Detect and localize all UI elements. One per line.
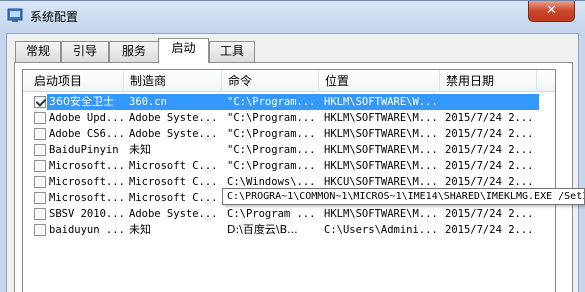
close-icon: ✕ <box>546 3 557 18</box>
cell-item: Adobe CS6... <box>49 128 125 140</box>
cell-item: SBSV 2010... <box>49 208 125 220</box>
column-header-label: 位置 <box>325 74 350 88</box>
column-header-command[interactable]: 命令 <box>222 70 319 92</box>
cell-command: "C:\Program... <box>227 144 316 156</box>
cell-location: HKLM\SOFTWARE\M... <box>324 160 438 172</box>
cell-maker: Microsoft C... <box>129 192 218 204</box>
table-row[interactable]: Adobe CS6... Adobe Syste... "C:\Program...… <box>23 126 555 142</box>
tab-tools[interactable]: 工具 <box>209 41 255 62</box>
cell-item: Microsoft... <box>49 160 125 172</box>
tab-label: 启动 <box>171 41 196 55</box>
list-header: 启动项目 制造商 命令 位置 禁用日期 <box>23 70 555 92</box>
startup-item-checkbox[interactable] <box>34 112 46 124</box>
tab-startup[interactable]: 启动 <box>158 38 209 63</box>
system-config-window: 系统配置 ✕ 常规 引导 服务 启动 工具 启动项目 制造商 命令 位置 禁用日… <box>0 0 585 292</box>
startup-item-checkbox[interactable] <box>34 144 46 156</box>
startup-item-checkbox[interactable] <box>34 160 46 172</box>
cell-item: baiduyun ... <box>49 224 125 236</box>
cell-item: Microsoft... <box>49 176 125 188</box>
cell-location: HKLM\SOFTWARE\M... <box>324 144 438 156</box>
cell-date: 2015/7/24 2... <box>445 160 534 172</box>
column-header-maker[interactable]: 制造商 <box>124 70 222 92</box>
tab-boot[interactable]: 引导 <box>61 41 109 62</box>
cell-item: Adobe Upd... <box>49 112 125 124</box>
cell-location: HKLM\SOFTWARE\W... <box>324 96 438 108</box>
table-row[interactable]: Microsoft... Microsoft C... "C:\Program...… <box>23 158 555 174</box>
cell-item: Microsoft... <box>49 192 125 204</box>
cell-location: HKLM\SOFTWARE\M... <box>324 128 438 140</box>
cell-location: HKLM\SOFTWARE\M... <box>324 112 438 124</box>
column-header-item[interactable]: 启动项目 <box>23 70 124 92</box>
cell-location: C:\Users\Admini... <box>324 224 438 236</box>
startup-item-checkbox[interactable] <box>34 176 46 188</box>
tab-label: 常规 <box>25 44 50 58</box>
cell-maker: Microsoft C... <box>129 176 218 188</box>
tab-label: 工具 <box>219 44 244 58</box>
cell-date: 2015/7/24 2... <box>445 224 534 236</box>
column-header-label: 制造商 <box>130 74 167 88</box>
window-title: 系统配置 <box>30 10 79 24</box>
column-header-label: 启动项目 <box>34 74 83 88</box>
column-header-disabled-date[interactable]: 禁用日期 <box>440 70 537 92</box>
table-row[interactable]: BaiduPinyin 未知 "C:\Program... HKLM\SOFTWARE… <box>23 142 555 158</box>
startup-item-checkbox[interactable] <box>34 128 46 140</box>
column-header-label: 禁用日期 <box>446 74 495 88</box>
table-row[interactable]: Adobe Upd... Adobe Syste... "C:\Program...… <box>23 110 555 126</box>
tab-label: 服务 <box>121 44 146 58</box>
cell-maker: 未知 <box>129 223 151 236</box>
tab-general[interactable]: 常规 <box>15 41 61 62</box>
cell-date: 2015/7/24 2... <box>445 112 534 124</box>
table-row[interactable]: 360安全卫士 360.cn "C:\Program... HKLM\SOFTWARE… <box>23 94 555 110</box>
startup-item-checkbox[interactable] <box>34 224 46 236</box>
startup-item-checkbox[interactable] <box>34 96 46 108</box>
cell-command: "C:\Program... <box>227 112 316 124</box>
column-header-location[interactable]: 位置 <box>319 70 440 92</box>
cell-command: "C:\Program... <box>227 96 316 108</box>
cell-maker: Microsoft C... <box>129 160 218 172</box>
cell-command: "C:\Program... <box>227 160 316 172</box>
table-row[interactable]: baiduyun ... 未知 D:\百度云\B... C:\Users\Admini… <box>23 222 555 238</box>
cell-maker: Adobe Syste... <box>129 208 218 220</box>
cell-command: "C:\Program... <box>227 128 316 140</box>
cell-date <box>445 94 537 110</box>
cell-date: 2015/7/24 2... <box>445 128 534 140</box>
cell-maker: 未知 <box>129 143 151 156</box>
close-button[interactable]: ✕ <box>528 1 575 22</box>
cell-maker: Adobe Syste... <box>129 128 218 140</box>
cell-location: HKLM\SOFTWARE\M... <box>324 208 438 220</box>
cell-maker: Adobe Syste... <box>129 112 218 124</box>
startup-item-checkbox[interactable] <box>34 192 46 204</box>
table-row[interactable]: SBSV 2010... Adobe Syste... C:\Program ...… <box>23 206 555 222</box>
command-tooltip: C:\PROGRA~1\COMMON~1\MICROS~1\IME14\SHAR… <box>222 188 585 205</box>
startup-items-list[interactable]: 启动项目 制造商 命令 位置 禁用日期 360安全卫士 360.cn "C:\Pro… <box>22 69 556 292</box>
system-config-icon <box>7 8 23 22</box>
title-bar[interactable]: 系统配置 ✕ <box>0 1 585 33</box>
cell-date: 2015/7/24 2... <box>445 144 534 156</box>
cell-maker: 360.cn <box>129 96 167 108</box>
column-header-label: 命令 <box>228 74 253 88</box>
tab-label: 引导 <box>72 44 97 58</box>
startup-item-checkbox[interactable] <box>34 208 46 220</box>
cell-date: 2015/7/24 2... <box>445 208 534 220</box>
tab-services[interactable]: 服务 <box>109 41 159 62</box>
cell-command: C:\Program ... <box>227 208 316 220</box>
cell-command: D:\百度云\B... <box>227 223 298 236</box>
cell-item: 360安全卫士 <box>49 95 114 108</box>
cell-item: BaiduPinyin <box>49 144 119 156</box>
